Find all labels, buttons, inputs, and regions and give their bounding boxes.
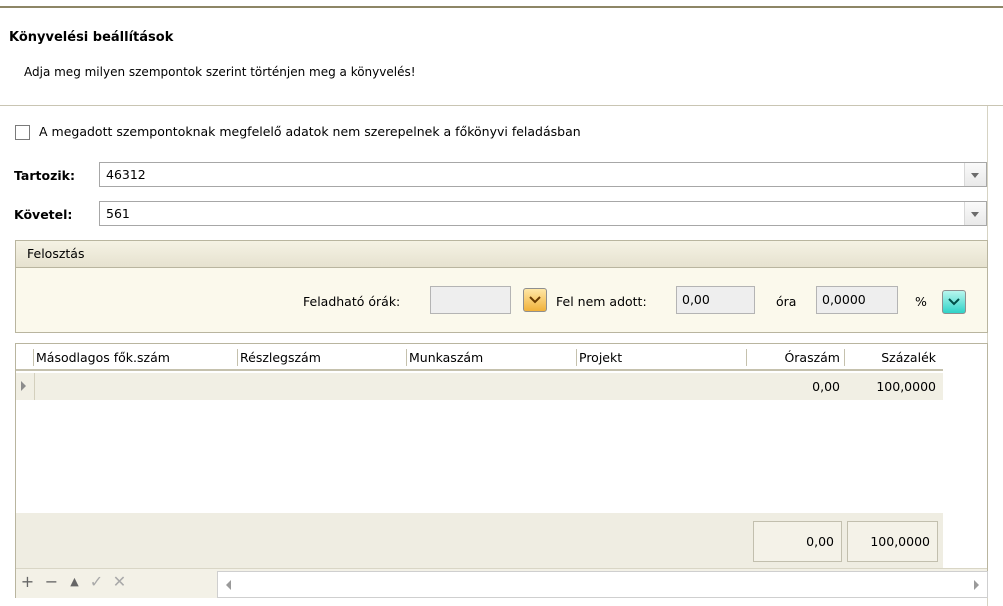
ora-label: óra [776, 294, 797, 309]
minus-icon[interactable]: − [43, 572, 60, 592]
column-divider [33, 349, 34, 366]
col-reszlegszam[interactable]: Részlegszám [240, 350, 321, 365]
cell-oraszam[interactable]: 0,00 [760, 379, 840, 394]
scroll-left-icon[interactable] [226, 580, 231, 590]
column-divider [406, 349, 407, 366]
feladhato-dropdown-button[interactable] [523, 288, 547, 312]
percent-sign: % [915, 294, 927, 309]
cell-szazalek[interactable]: 100,0000 [846, 379, 936, 394]
chevron-down-icon[interactable] [964, 163, 986, 186]
horizontal-scrollbar[interactable] [217, 571, 988, 598]
total-szazalek: 100,0000 [847, 521, 938, 562]
chevron-down-icon[interactable] [964, 202, 986, 225]
col-szazalek[interactable]: Százalék [846, 350, 936, 365]
kovetel-value: 561 [106, 206, 130, 221]
plus-icon[interactable]: + [19, 572, 36, 592]
exclude-checkbox-label: A megadott szempontoknak megfelelő adato… [39, 124, 581, 139]
column-divider [844, 349, 845, 366]
fel-nem-adott-label: Fel nem adott: [556, 294, 647, 309]
col-masodlagos[interactable]: Másodlagos fők.szám [36, 350, 170, 365]
feladhato-label: Feladható órák: [303, 294, 401, 309]
column-divider [576, 349, 577, 366]
top-border [0, 0, 1003, 8]
percent-field: 0,0000 [816, 286, 898, 314]
kovetel-combo[interactable]: 561 [99, 201, 987, 226]
triangle-up-icon[interactable]: ▲ [66, 572, 83, 592]
kovetel-label: Követel: [14, 207, 73, 222]
page-title: Könyvelési beállítások [9, 30, 174, 45]
fel-nem-adott-field: 0,00 [676, 286, 755, 314]
column-divider [746, 349, 747, 366]
row-indicator-icon[interactable] [16, 373, 35, 400]
scroll-right-icon[interactable] [974, 580, 979, 590]
tartozik-combo[interactable]: 46312 [99, 162, 987, 187]
feladhato-input[interactable] [430, 286, 511, 314]
fel-nem-adott-value: 0,00 [682, 292, 710, 307]
chevron-down-icon [529, 296, 541, 304]
tartozik-label: Tartozik: [14, 168, 75, 183]
column-divider [237, 349, 238, 366]
felosztas-header [15, 240, 988, 268]
col-projekt[interactable]: Projekt [579, 350, 622, 365]
col-oraszam[interactable]: Óraszám [760, 350, 840, 365]
tartozik-value: 46312 [106, 167, 146, 182]
total-oraszam-value: 0,00 [806, 534, 834, 549]
felosztas-title: Felosztás [27, 246, 85, 261]
col-munkaszam[interactable]: Munkaszám [409, 350, 483, 365]
percent-dropdown-button[interactable] [942, 290, 966, 314]
percent-value: 0,0000 [822, 292, 866, 307]
total-szazalek-value: 100,0000 [870, 534, 930, 549]
check-icon[interactable]: ✓ [88, 572, 105, 592]
header-divider [0, 105, 1003, 106]
x-icon[interactable]: ✕ [111, 572, 128, 592]
chevron-down-icon [948, 298, 960, 306]
total-oraszam: 0,00 [753, 521, 842, 562]
exclude-checkbox[interactable] [15, 125, 30, 140]
page-subtitle: Adja meg milyen szempontok szerint törté… [24, 65, 416, 79]
